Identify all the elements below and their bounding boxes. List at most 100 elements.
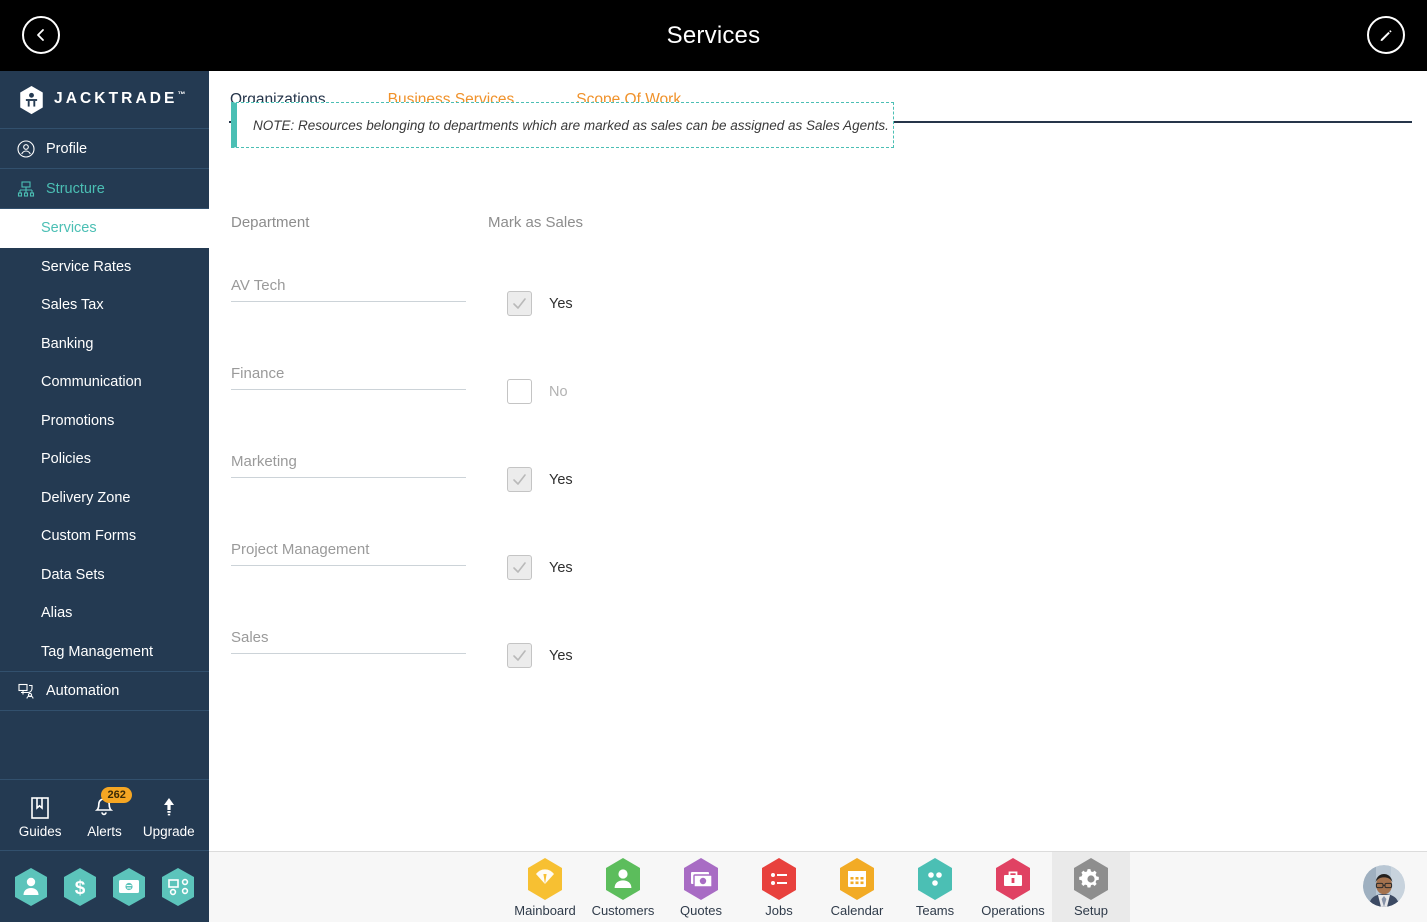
info-note: NOTE: Resources belonging to departments… bbox=[231, 102, 894, 148]
sidebar-item-alias[interactable]: Alias bbox=[0, 594, 209, 633]
mark-as-sales-label: No bbox=[549, 383, 568, 400]
mark-as-sales-cell: Yes bbox=[488, 232, 728, 316]
sidebar-footer: $ bbox=[0, 851, 209, 922]
bottom-nav-teams[interactable]: Teams bbox=[896, 852, 974, 922]
check-icon bbox=[513, 298, 526, 309]
avatar[interactable] bbox=[1363, 865, 1405, 907]
department-input[interactable] bbox=[231, 453, 466, 478]
sidebar-item-structure[interactable]: Structure bbox=[0, 169, 209, 209]
sidebar-item-profile[interactable]: Profile bbox=[0, 129, 209, 169]
sidebar-item-sales-tax[interactable]: Sales Tax bbox=[0, 286, 209, 325]
mark-as-sales-label: Yes bbox=[549, 647, 573, 664]
quotes-hex-icon bbox=[684, 857, 718, 900]
guides-label: Guides bbox=[18, 823, 62, 839]
sidebar-item-policies[interactable]: Policies bbox=[0, 440, 209, 479]
mark-as-sales-checkbox[interactable] bbox=[507, 555, 532, 580]
sidebar-subitem-label: Alias bbox=[41, 605, 73, 622]
sidebar-item-communication[interactable]: Communication bbox=[0, 363, 209, 402]
bottom-nav-setup[interactable]: Setup bbox=[1052, 851, 1130, 922]
jobs-hex-icon bbox=[762, 857, 796, 900]
sidebar-item-label: Profile bbox=[46, 140, 88, 157]
sidebar-subitem-label: Services bbox=[41, 220, 97, 237]
person-hex-icon[interactable] bbox=[13, 867, 49, 907]
note-text: NOTE: Resources belonging to departments… bbox=[253, 117, 889, 133]
mark-as-sales-checkbox[interactable] bbox=[507, 467, 532, 492]
sidebar-subitem-label: Tag Management bbox=[41, 643, 154, 660]
sidebar-item-data-sets[interactable]: Data Sets bbox=[0, 556, 209, 595]
sidebar-subitem-label: Banking bbox=[41, 335, 94, 352]
bottom-nav-calendar[interactable]: Calendar bbox=[818, 852, 896, 922]
mark-as-sales-cell: Yes bbox=[488, 584, 728, 668]
bottom-nav-operations[interactable]: Operations bbox=[974, 852, 1052, 922]
sidebar-item-promotions[interactable]: Promotions bbox=[0, 402, 209, 441]
table-row: Yes bbox=[231, 232, 931, 320]
bottom-nav-label: Mainboard bbox=[514, 902, 576, 918]
guides-button[interactable]: Guides bbox=[9, 792, 71, 839]
upgrade-button[interactable]: Upgrade bbox=[138, 792, 200, 839]
bottom-nav-mainboard[interactable]: Mainboard bbox=[506, 852, 584, 922]
check-icon bbox=[513, 562, 526, 573]
alerts-badge: 262 bbox=[101, 786, 132, 803]
mark-as-sales-cell: No bbox=[488, 320, 728, 404]
app-root: Services JACKTRADE™ Profile Structure Se… bbox=[0, 0, 1427, 922]
edit-button[interactable] bbox=[1367, 16, 1405, 54]
bottom-nav-label: Quotes bbox=[680, 902, 722, 918]
mark-as-sales-label: Yes bbox=[549, 295, 573, 312]
sidebar-item-services[interactable]: Services bbox=[0, 209, 209, 248]
workflow-hex-icon[interactable] bbox=[160, 867, 196, 907]
sidebar-subitem-label: Custom Forms bbox=[41, 528, 137, 545]
sidebar-item-tag-management[interactable]: Tag Management bbox=[0, 633, 209, 672]
sidebar-item-delivery-zone[interactable]: Delivery Zone bbox=[0, 479, 209, 518]
bottom-nav: Mainboard Customers Quotes Jobs Calendar… bbox=[506, 851, 1130, 922]
mark-as-sales-label: Yes bbox=[549, 559, 573, 576]
sidebar-item-label: Structure bbox=[46, 180, 105, 197]
brand-tm: ™ bbox=[177, 90, 186, 100]
mark-as-sales-checkbox[interactable] bbox=[507, 643, 532, 668]
top-header-bar: Services bbox=[0, 0, 1427, 71]
page-title: Services bbox=[666, 21, 761, 49]
mark-as-sales-checkbox[interactable] bbox=[507, 291, 532, 316]
bottom-nav-label: Teams bbox=[915, 902, 955, 918]
mark-as-sales-label: Yes bbox=[549, 471, 573, 488]
back-button[interactable] bbox=[22, 16, 60, 54]
mark-as-sales-cell: Yes bbox=[488, 408, 728, 492]
book-icon bbox=[29, 792, 51, 820]
department-input[interactable] bbox=[231, 541, 466, 566]
bottom-nav-quotes[interactable]: Quotes bbox=[662, 852, 740, 922]
customers-hex-icon bbox=[606, 857, 640, 900]
sidebar-item-automation[interactable]: Automation bbox=[0, 671, 209, 711]
bottom-nav-label: Setup bbox=[1074, 902, 1108, 918]
sidebar-item-service-rates[interactable]: Service Rates bbox=[0, 248, 209, 287]
department-input[interactable] bbox=[231, 277, 466, 302]
department-cell bbox=[231, 320, 488, 390]
user-circle-icon bbox=[16, 139, 36, 159]
calendar-hex-icon bbox=[840, 857, 874, 900]
department-input[interactable] bbox=[231, 365, 466, 390]
upgrade-label: Upgrade bbox=[142, 823, 195, 839]
user-avatar-photo bbox=[1363, 865, 1405, 907]
arrow-up-icon bbox=[158, 792, 180, 820]
setup-hex-icon bbox=[1074, 857, 1108, 900]
sidebar-item-custom-forms[interactable]: Custom Forms bbox=[0, 517, 209, 556]
bottom-nav-bar: Mainboard Customers Quotes Jobs Calendar… bbox=[209, 851, 1427, 922]
brand-name: JACKTRADE™ bbox=[54, 90, 186, 108]
mark-as-sales-cell: Yes bbox=[488, 496, 728, 580]
bottom-nav-customers[interactable]: Customers bbox=[584, 852, 662, 922]
department-cell bbox=[231, 408, 488, 478]
mark-as-sales-checkbox[interactable] bbox=[507, 379, 532, 404]
payment-hex-icon[interactable] bbox=[111, 867, 147, 907]
automation-icon bbox=[16, 681, 36, 701]
table-row: Yes bbox=[231, 408, 931, 496]
department-input[interactable] bbox=[231, 629, 466, 654]
main-content: Organizations Business Services Scope Of… bbox=[209, 71, 1427, 851]
check-icon bbox=[513, 650, 526, 661]
sidebar-item-banking[interactable]: Banking bbox=[0, 325, 209, 364]
sidebar-item-label: Automation bbox=[46, 683, 120, 699]
alerts-button[interactable]: 262 Alerts bbox=[73, 786, 135, 839]
dollar-hex-icon[interactable]: $ bbox=[62, 867, 98, 907]
bottom-nav-jobs[interactable]: Jobs bbox=[740, 852, 818, 922]
table-row: No bbox=[231, 320, 931, 408]
sidebar-subitem-label: Service Rates bbox=[41, 258, 132, 275]
sidebar-subitem-label: Sales Tax bbox=[41, 297, 104, 314]
column-header-department: Department bbox=[231, 214, 310, 231]
